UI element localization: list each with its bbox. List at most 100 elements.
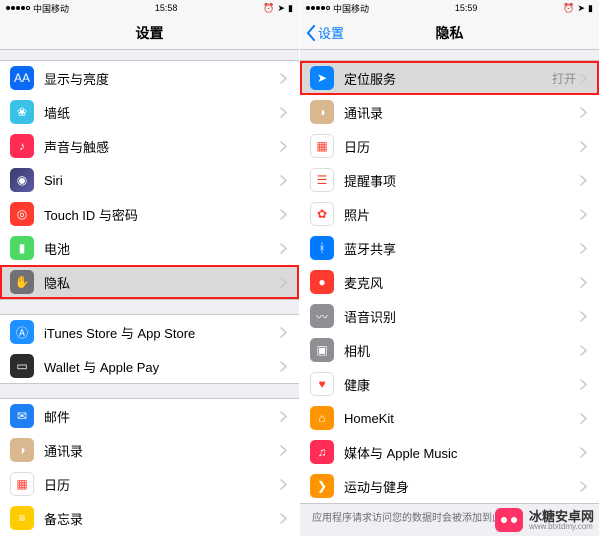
battery-icon: ▮ <box>10 236 34 260</box>
wallet-icon: ▭ <box>10 354 34 378</box>
row-label: iTunes Store 与 App Store <box>44 323 280 342</box>
row-wallpaper[interactable]: ❀ 墙纸 <box>0 95 299 129</box>
privacy-screen: 中国移动 15:59 ⏰ ➤ ▮ 设置 隐私 ➤定位服务打开◑通讯录▦日历☰提醒… <box>300 0 600 536</box>
chevron-right-icon <box>280 243 287 254</box>
row-label: 照片 <box>344 205 580 224</box>
watermark-url: www.btxtdmy.com <box>529 523 594 531</box>
row-label: 声音与触感 <box>44 137 280 156</box>
row-label: 蓝牙共享 <box>344 239 580 258</box>
row-label: 墙纸 <box>44 103 280 122</box>
display-icon: AA <box>10 66 34 90</box>
row-label: Touch ID 与密码 <box>44 205 280 224</box>
settings-list[interactable]: AA 显示与亮度 ❀ 墙纸 ♪声音与触感◉Siri ◎ Touch ID 与密码 ▮电池✋隐私… <box>0 50 299 536</box>
row-reminders[interactable]: ☰提醒事项 <box>300 163 599 197</box>
health-icon: ♥ <box>310 372 334 396</box>
chevron-right-icon <box>280 513 287 524</box>
row-mic[interactable]: ● 麦克风 <box>300 265 599 299</box>
calendar-icon: ▦ <box>310 134 334 158</box>
row-wallet[interactable]: ▭ Wallet 与 Apple Pay <box>0 349 299 383</box>
watermark-logo-icon <box>495 508 523 532</box>
chevron-right-icon <box>580 73 587 84</box>
row-privacy[interactable]: ✋隐私 <box>0 265 299 299</box>
music-icon: ♫ <box>310 440 334 464</box>
bluetooth-icon: ᚼ <box>310 236 334 260</box>
row-label: HomeKit <box>344 411 580 426</box>
row-music[interactable]: ♫ 媒体与 Apple Music <box>300 435 599 469</box>
reminders-icon: ☰ <box>310 168 334 192</box>
row-calendar[interactable]: ▦日历 <box>300 129 599 163</box>
back-button[interactable]: 设置 <box>306 23 344 42</box>
row-label: 麦克风 <box>344 273 580 292</box>
siri-icon: ◉ <box>10 168 34 192</box>
status-bar: 中国移动 15:58 ⏰ ➤ ▮ <box>0 0 299 16</box>
row-bluetooth[interactable]: ᚼ 蓝牙共享 <box>300 231 599 265</box>
chevron-right-icon <box>580 447 587 458</box>
chevron-right-icon <box>280 361 287 372</box>
status-bar: 中国移动 15:59 ⏰ ➤ ▮ <box>300 0 599 16</box>
row-label: 媒体与 Apple Music <box>344 443 580 462</box>
row-display[interactable]: AA 显示与亮度 <box>0 61 299 95</box>
chevron-right-icon <box>280 479 287 490</box>
chevron-right-icon <box>280 73 287 84</box>
status-time: 15:59 <box>455 3 478 13</box>
row-siri[interactable]: ◉Siri <box>0 163 299 197</box>
row-photos[interactable]: ✿照片 <box>300 197 599 231</box>
location-status-icon: ➤ <box>277 3 285 14</box>
chevron-right-icon <box>580 345 587 356</box>
row-label: 邮件 <box>44 407 280 426</box>
row-label: 定位服务 <box>344 69 552 88</box>
privacy-list[interactable]: ➤定位服务打开◑通讯录▦日历☰提醒事项✿照片ᚼ蓝牙共享●麦克风〰语音识别▣相机♥… <box>300 50 599 536</box>
carrier-label: 中国移动 <box>33 2 69 15</box>
chevron-right-icon <box>580 209 587 220</box>
row-contacts[interactable]: ◑通讯录 <box>300 95 599 129</box>
nav-bar: 设置 隐私 <box>300 16 599 50</box>
row-battery[interactable]: ▮电池 <box>0 231 299 265</box>
row-health[interactable]: ♥健康 <box>300 367 599 401</box>
chevron-right-icon <box>580 175 587 186</box>
row-speech[interactable]: 〰语音识别 <box>300 299 599 333</box>
chevron-right-icon <box>580 481 587 492</box>
chevron-right-icon <box>580 311 587 322</box>
row-calendar[interactable]: ▦日历 <box>0 467 299 501</box>
homekit-icon: ⌂ <box>310 406 334 430</box>
row-label: 语音识别 <box>344 307 580 326</box>
wallpaper-icon: ❀ <box>10 100 34 124</box>
row-homekit[interactable]: ⌂ HomeKit <box>300 401 599 435</box>
back-label: 设置 <box>318 23 344 42</box>
chevron-right-icon <box>280 277 287 288</box>
row-label: 显示与亮度 <box>44 69 280 88</box>
contacts-icon: ◑ <box>10 438 34 462</box>
row-notes[interactable]: ≡备忘录 <box>0 501 299 535</box>
row-motion[interactable]: ❯ 运动与健身 <box>300 469 599 503</box>
camera-icon: ▣ <box>310 338 334 362</box>
row-label: 通讯录 <box>44 441 280 460</box>
speech-icon: 〰 <box>310 304 334 328</box>
mic-icon: ● <box>310 270 334 294</box>
row-touchid[interactable]: ◎ Touch ID 与密码 <box>0 197 299 231</box>
watermark: 冰糖安卓网 www.btxtdmy.com <box>495 508 594 532</box>
row-label: 备忘录 <box>44 509 280 528</box>
chevron-right-icon <box>280 209 287 220</box>
row-label: 运动与健身 <box>344 477 580 496</box>
privacy-icon: ✋ <box>10 270 34 294</box>
location-status-icon: ➤ <box>577 3 585 14</box>
row-contacts[interactable]: ◑ 通讯录 <box>0 433 299 467</box>
row-camera[interactable]: ▣ 相机 <box>300 333 599 367</box>
page-title: 隐私 <box>436 23 464 43</box>
chevron-right-icon <box>580 107 587 118</box>
chevron-right-icon <box>280 327 287 338</box>
row-label: 相机 <box>344 341 580 360</box>
row-sound[interactable]: ♪声音与触感 <box>0 129 299 163</box>
mail-icon: ✉ <box>10 404 34 428</box>
row-appstore[interactable]: ⒶiTunes Store 与 App Store <box>0 315 299 349</box>
row-mail[interactable]: ✉ 邮件 <box>0 399 299 433</box>
chevron-right-icon <box>280 445 287 456</box>
appstore-icon: Ⓐ <box>10 320 34 344</box>
motion-icon: ❯ <box>310 474 334 498</box>
alarm-icon: ⏰ <box>563 3 574 14</box>
touchid-icon: ◎ <box>10 202 34 226</box>
chevron-right-icon <box>280 107 287 118</box>
row-location[interactable]: ➤定位服务打开 <box>300 61 599 95</box>
battery-icon: ▮ <box>288 3 293 14</box>
row-label: Wallet 与 Apple Pay <box>44 357 280 376</box>
